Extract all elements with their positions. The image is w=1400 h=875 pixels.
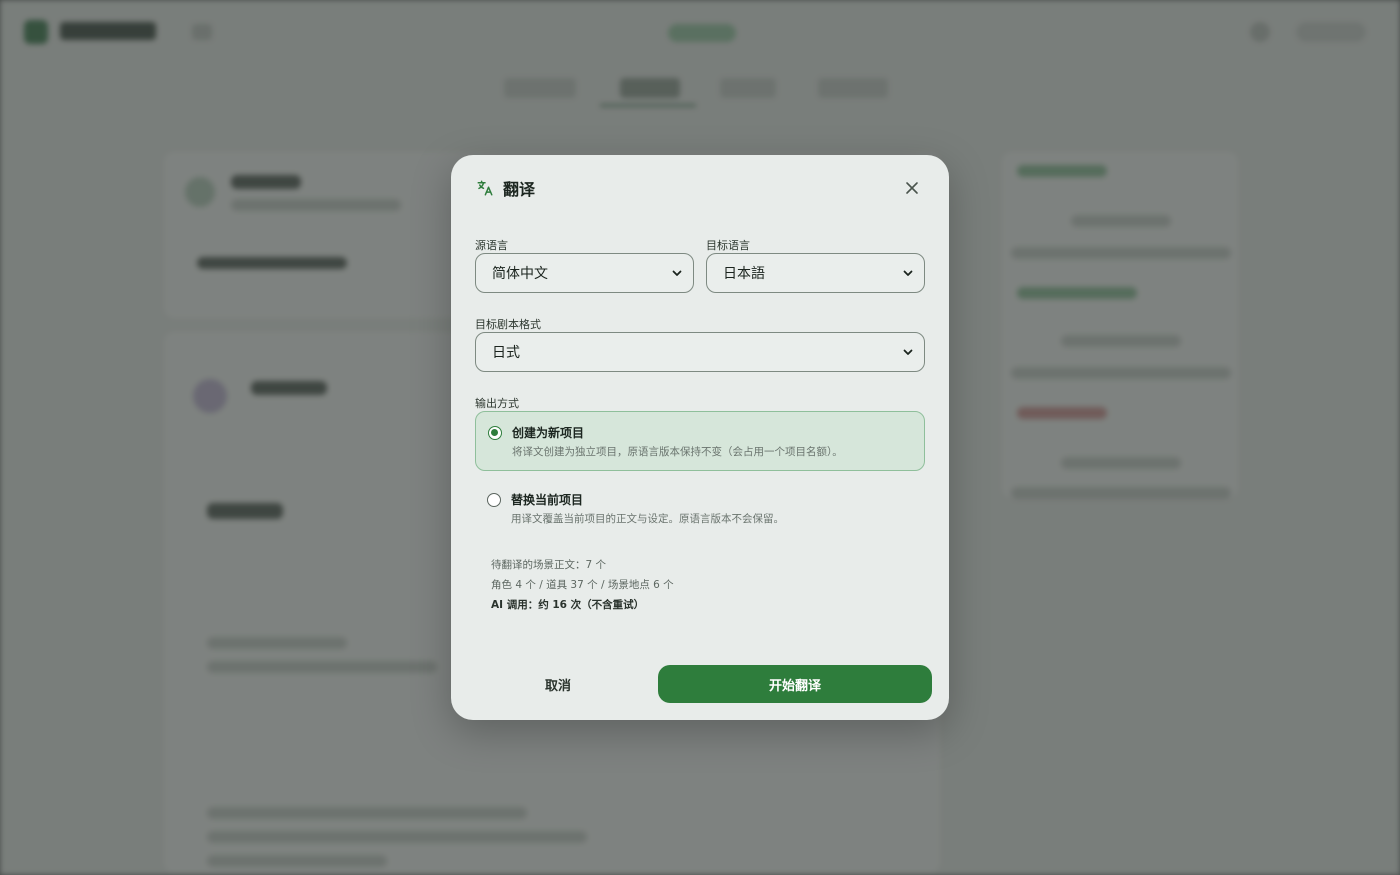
- target-language-label: 目标语言: [706, 239, 750, 252]
- option-description: 将译文创建为独立项目，原语言版本保持不变（会占用一个项目名额）。: [512, 446, 843, 458]
- stat-ai-calls: AI 调用：约 16 次（不含重试）: [491, 599, 645, 611]
- option-title: 替换当前项目: [511, 493, 584, 507]
- translation-stats: 待翻译的场景正文：7 个 角色 4 个 / 道具 37 个 / 场景地点 6 个…: [491, 557, 674, 617]
- radio-replace-current-project[interactable]: [487, 493, 501, 507]
- output-mode-label: 输出方式: [475, 397, 519, 410]
- target-language-value: 日本語: [723, 266, 765, 282]
- option-description: 用译文覆盖当前项目的正文与设定。原语言版本不会保留。: [511, 513, 784, 525]
- dialog-header: 翻译: [475, 173, 925, 203]
- close-icon: [906, 182, 918, 194]
- chevron-down-icon: [672, 270, 682, 276]
- stat-scenes: 待翻译的场景正文：7 个: [491, 559, 607, 571]
- option-create-new-project[interactable]: 创建为新项目 将译文创建为独立项目，原语言版本保持不变（会占用一个项目名额）。: [475, 411, 925, 471]
- target-language-select[interactable]: 日本語: [706, 253, 925, 293]
- radio-create-new-project[interactable]: [488, 426, 502, 440]
- source-language-value: 简体中文: [492, 266, 548, 282]
- close-button[interactable]: [899, 175, 925, 201]
- translate-dialog: 翻译 源语言 简体中文 目标语言 日本語 目标剧本格式 日式 输出方式 创建为新…: [451, 155, 949, 720]
- option-replace-current-project[interactable]: 替换当前项目 用译文覆盖当前项目的正文与设定。原语言版本不会保留。: [475, 479, 925, 539]
- chevron-down-icon: [903, 349, 913, 355]
- dialog-title: 翻译: [503, 180, 536, 199]
- stat-assets: 角色 4 个 / 道具 37 个 / 场景地点 6 个: [491, 579, 674, 591]
- option-title: 创建为新项目: [512, 426, 585, 440]
- translate-icon: [475, 178, 495, 198]
- start-translation-button[interactable]: 开始翻译: [658, 665, 932, 703]
- script-format-select[interactable]: 日式: [475, 332, 925, 372]
- source-language-label: 源语言: [475, 239, 508, 252]
- script-format-label: 目标剧本格式: [475, 318, 541, 331]
- script-format-value: 日式: [492, 345, 520, 361]
- chevron-down-icon: [903, 270, 913, 276]
- cancel-button[interactable]: 取消: [475, 665, 641, 703]
- source-language-select[interactable]: 简体中文: [475, 253, 694, 293]
